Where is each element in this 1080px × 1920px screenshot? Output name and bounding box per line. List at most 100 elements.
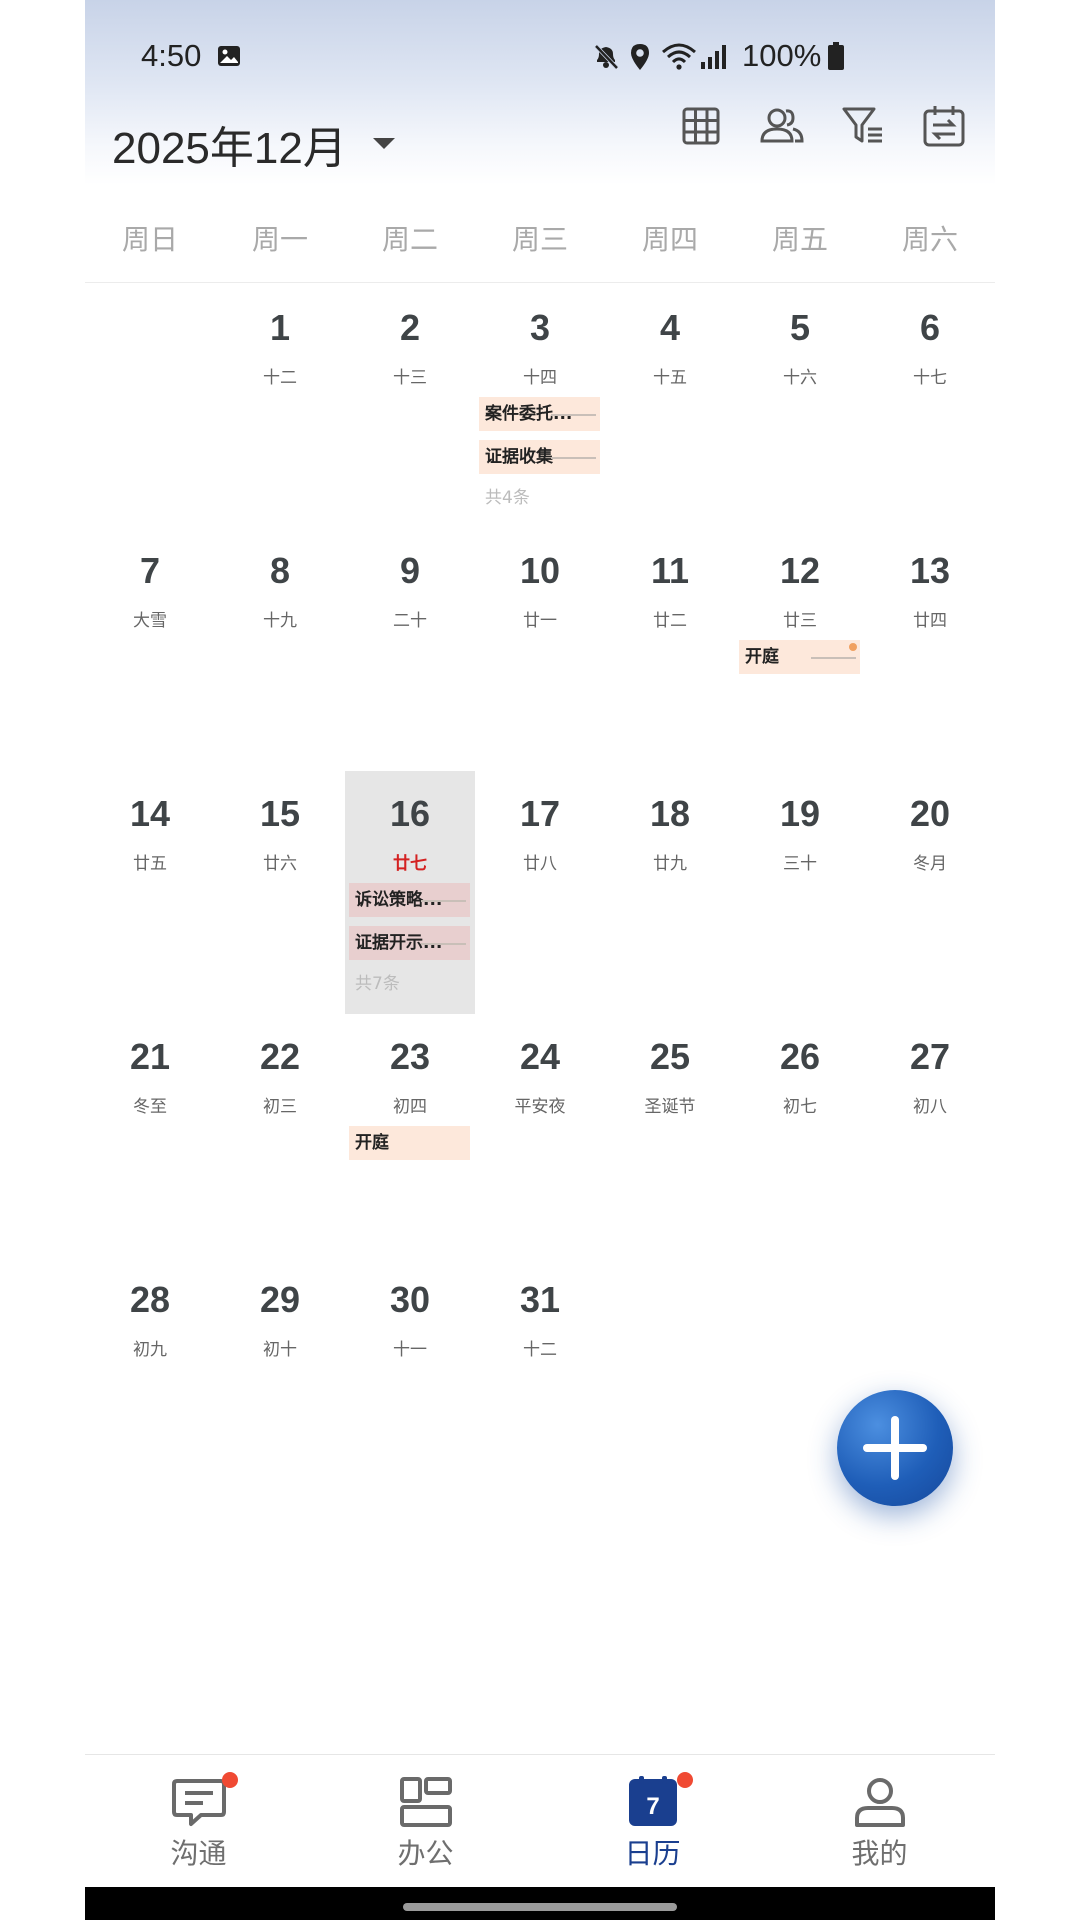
lunar-date: 冬月 [913, 854, 947, 874]
lunar-date: 初四 [393, 1097, 427, 1117]
day-number: 28 [129, 1279, 171, 1320]
day-number: 18 [649, 793, 691, 834]
lunar-date: 十一 [393, 1340, 427, 1360]
lunar-date: 初九 [133, 1340, 167, 1360]
day-cell[interactable]: 12 廿三 开庭 [735, 528, 865, 771]
nav-label-chat: 沟通 [170, 1837, 227, 1870]
calendar-screen: 4:50 100% 2025年12月 周日 周一 周二 周三 周四 周五 周六 … [85, 0, 995, 1920]
day-cell[interactable]: 31 十二 [475, 1257, 605, 1500]
grid-view-icon[interactable] [678, 103, 724, 149]
lunar-date: 十九 [263, 611, 297, 631]
lunar-date: 十七 [913, 368, 947, 388]
day-cell[interactable]: 14 廿五 [85, 771, 215, 1014]
lunar-date: 三十 [783, 854, 817, 874]
day-cell[interactable]: 2 十三 [345, 285, 475, 528]
day-number: 10 [519, 550, 561, 591]
month-grid: 1 十二 2 十三 3 十四 案件委托... 证据收集 共4条 4 十五 5 十六 6 十七 7 大雪 8 十九 9 二… [85, 285, 995, 1500]
more-events-count[interactable]: 共7条 [355, 969, 400, 994]
event-progress-line [811, 657, 856, 659]
day-cell[interactable]: 1 十二 [215, 285, 345, 528]
day-cell[interactable]: 21 冬至 [85, 1014, 215, 1257]
chat-badge [222, 1772, 238, 1788]
event-title: 证据收集 [485, 447, 553, 467]
day-cell[interactable]: 27 初八 [865, 1014, 995, 1257]
event-chip[interactable]: 证据收集 [479, 440, 600, 474]
event-chip[interactable]: 证据开示... [349, 926, 470, 960]
day-cell[interactable]: 6 十七 [865, 285, 995, 528]
event-chip[interactable]: 开庭 [349, 1126, 470, 1160]
day-number: 11 [650, 550, 690, 591]
day-cell[interactable]: 13 廿四 [865, 528, 995, 771]
day-number: 7 [139, 550, 161, 591]
people-icon[interactable] [759, 103, 805, 149]
event-chip[interactable]: 诉讼策略... [349, 883, 470, 917]
empty-cell [85, 285, 215, 528]
day-cell[interactable]: 23 初四开庭 [345, 1014, 475, 1257]
day-cell[interactable]: 8 十九 [215, 528, 345, 771]
day-cell[interactable]: 7 大雪 [85, 528, 215, 771]
lunar-date: 廿六 [263, 854, 297, 874]
day-cell[interactable]: 5 十六 [735, 285, 865, 528]
event-chip[interactable]: 案件委托... [479, 397, 600, 431]
lunar-date: 初八 [913, 1097, 947, 1117]
day-cell[interactable]: 11 廿二 [605, 528, 735, 771]
event-progress-line [551, 457, 596, 459]
add-event-button[interactable] [837, 1390, 953, 1506]
day-cell[interactable]: 4 十五 [605, 285, 735, 528]
day-cell[interactable]: 18 廿九 [605, 771, 735, 1014]
day-number: 20 [909, 793, 951, 834]
nav-item-chat[interactable]: 沟通 [85, 1756, 312, 1886]
day-number: 4 [659, 307, 681, 348]
day-number: 8 [269, 550, 291, 591]
weekday-header: 周日 周一 周二 周三 周四 周五 周六 [85, 218, 995, 262]
day-number: 21 [129, 1036, 171, 1077]
day-number: 27 [909, 1036, 951, 1077]
home-gesture-handle[interactable] [403, 1903, 677, 1911]
day-cell[interactable]: 3 十四 案件委托... 证据收集 共4条 [475, 285, 605, 528]
event-title: 开庭 [745, 647, 779, 667]
day-number: 14 [129, 793, 171, 834]
nav-item-profile[interactable]: 我的 [766, 1756, 993, 1886]
day-number: 1 [269, 307, 291, 348]
day-number: 22 [259, 1036, 301, 1077]
day-cell[interactable]: 29 初十 [215, 1257, 345, 1500]
filter-icon[interactable] [840, 103, 886, 149]
divider [85, 282, 995, 283]
lunar-date: 平安夜 [514, 1097, 566, 1117]
nav-item-office[interactable]: 办公 [312, 1756, 539, 1886]
bottom-nav: 沟通 办公 7 日历 我的 [85, 1756, 995, 1886]
lunar-date: 廿二 [653, 611, 687, 631]
day-number: 29 [259, 1279, 301, 1320]
day-cell[interactable]: 19 三十 [735, 771, 865, 1014]
day-cell[interactable]: 15 廿六 [215, 771, 345, 1014]
lunar-date: 大雪 [133, 611, 167, 631]
day-cell[interactable]: 9 二十 [345, 528, 475, 771]
week-row: 14 廿五 15 廿六 16 廿七 诉讼策略... 证据开示... 共7条 17 廿八 18 廿九 19 三… [85, 771, 995, 1014]
more-events-count[interactable]: 共4条 [485, 483, 530, 508]
day-cell[interactable]: 26 初七 [735, 1014, 865, 1257]
nav-item-calendar[interactable]: 7 日历 [539, 1756, 766, 1886]
day-cell[interactable]: 24 平安夜 [475, 1014, 605, 1257]
day-cell[interactable]: 20 冬月 [865, 771, 995, 1014]
event-progress-line [421, 900, 466, 902]
month-selector[interactable]: 2025年12月 [112, 112, 347, 176]
day-cell[interactable]: 16 廿七 诉讼策略... 证据开示... 共7条 [345, 771, 475, 1014]
day-cell[interactable]: 22 初三 [215, 1014, 345, 1257]
battery-percentage: 100% [742, 38, 822, 73]
day-cell[interactable]: 30 十一 [345, 1257, 475, 1500]
weekday-label: 周五 [771, 223, 828, 256]
day-number: 25 [649, 1036, 691, 1077]
calendar-switch-icon[interactable] [921, 103, 967, 149]
profile-icon [855, 1778, 905, 1827]
nav-label-profile: 我的 [851, 1837, 908, 1870]
day-cell[interactable]: 28 初九 [85, 1257, 215, 1500]
event-chip[interactable]: 开庭 [739, 640, 860, 674]
chevron-down-icon[interactable] [373, 138, 395, 149]
day-number: 31 [519, 1279, 561, 1320]
day-cell[interactable]: 17 廿八 [475, 771, 605, 1014]
day-cell[interactable]: 25 圣诞节 [605, 1014, 735, 1257]
day-cell[interactable]: 10 廿一 [475, 528, 605, 771]
day-number: 23 [389, 1036, 431, 1077]
lunar-date: 廿九 [653, 854, 687, 874]
lunar-date: 廿四 [913, 611, 947, 631]
